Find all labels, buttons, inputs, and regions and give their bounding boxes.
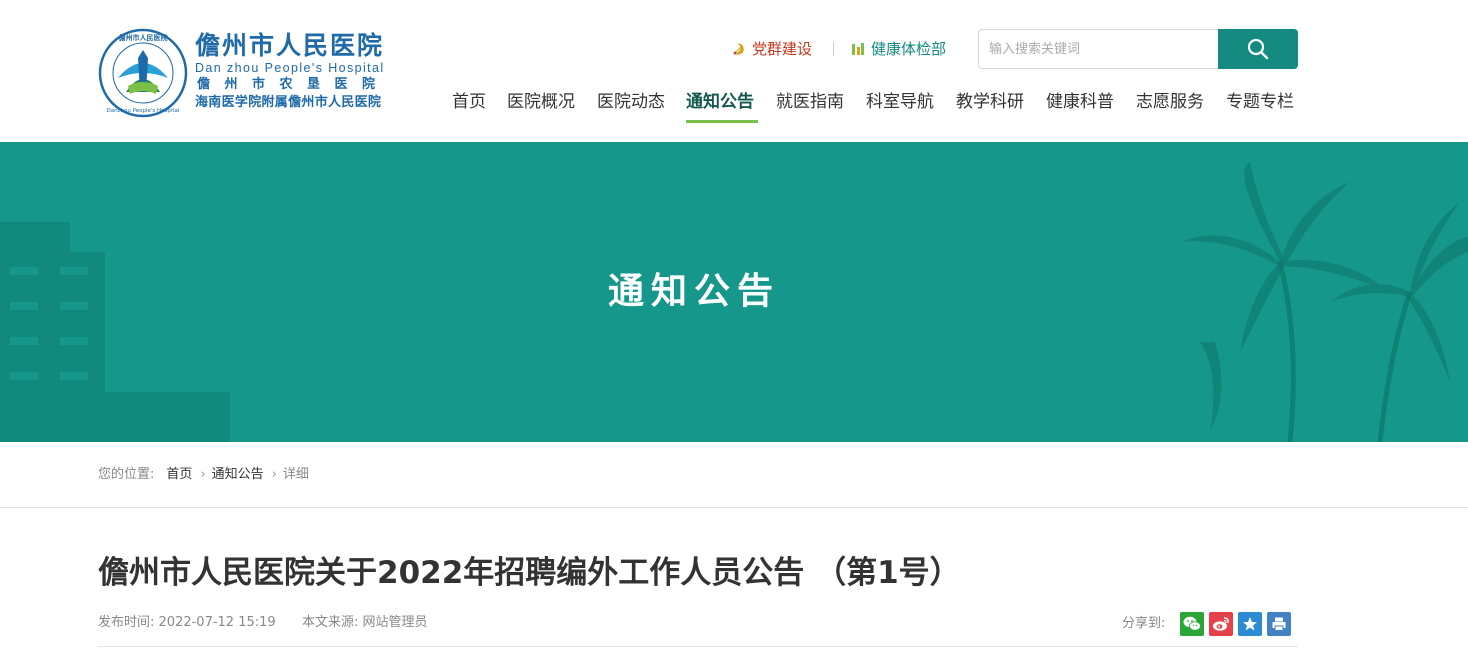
- nav-active-indicator: [686, 120, 758, 123]
- search-button[interactable]: [1218, 29, 1298, 69]
- source-value: 网站管理员: [362, 615, 428, 630]
- breadcrumb-current: 详细: [282, 467, 309, 482]
- logo-name-cn: 儋州市人民医院: [195, 31, 385, 60]
- emblem-ring-top-text: 儋州市人民医院: [119, 33, 168, 42]
- search-input[interactable]: [978, 29, 1219, 69]
- share-print-button[interactable]: [1267, 611, 1292, 636]
- wechat-icon: [1183, 616, 1202, 631]
- weibo-icon: [1213, 616, 1230, 631]
- health-check-link[interactable]: 健康体检部: [851, 38, 946, 60]
- breadcrumb: 您的位置: 首页 › 通知公告 › 详细: [98, 465, 309, 485]
- chevron-right-icon: ›: [200, 467, 206, 482]
- publish-time: 2022-07-12 15:19: [158, 615, 276, 630]
- favorite-star-icon: [1243, 616, 1258, 630]
- party-building-link[interactable]: 党群建设: [732, 38, 812, 60]
- share-bar: 分享到:: [1122, 611, 1292, 636]
- share-weibo-button[interactable]: [1209, 611, 1234, 636]
- search-box: [978, 29, 1298, 69]
- nav-item-volunteer[interactable]: 志愿服务: [1136, 88, 1204, 116]
- page-banner: 通知公告: [0, 142, 1468, 442]
- nav-item-departments[interactable]: 科室导航: [866, 88, 934, 116]
- party-building-label: 党群建设: [752, 40, 813, 58]
- chevron-right-icon: ›: [271, 467, 277, 482]
- publish-time-label: 发布时间:: [98, 615, 155, 630]
- toplinks-divider: [833, 42, 835, 56]
- nav-item-health-science[interactable]: 健康科普: [1046, 88, 1114, 116]
- nav-item-research[interactable]: 教学科研: [956, 88, 1024, 116]
- article-meta: 发布时间: 2022-07-12 15:19 本文来源: 网站管理员: [98, 613, 428, 633]
- share-favorite-button[interactable]: [1238, 611, 1263, 636]
- nav-item-topics[interactable]: 专题专栏: [1226, 88, 1294, 116]
- health-check-icon: [852, 43, 865, 55]
- nav-item-news[interactable]: 医院动态: [597, 88, 665, 116]
- share-wechat-button[interactable]: [1180, 611, 1205, 636]
- meta-divider: [98, 646, 1298, 647]
- nav-item-guide[interactable]: 就医指南: [776, 88, 844, 116]
- party-emblem-icon: [733, 43, 744, 55]
- source-label: 本文来源:: [301, 615, 359, 630]
- breadcrumb-bar: 您的位置: 首页 › 通知公告 › 详细: [0, 442, 1468, 508]
- nav-item-home[interactable]: 首页: [452, 88, 486, 116]
- breadcrumb-label: 您的位置:: [98, 467, 155, 482]
- health-check-label: 健康体检部: [871, 40, 947, 58]
- top-links: 党群建设 健康体检部: [732, 38, 946, 60]
- breadcrumb-home-link[interactable]: 首页: [166, 465, 192, 485]
- share-label: 分享到:: [1122, 616, 1166, 631]
- nav-item-about[interactable]: 医院概况: [507, 88, 575, 116]
- print-icon: [1272, 617, 1286, 631]
- logo-name-en: Dan zhou People's Hospital: [195, 61, 385, 75]
- building-silhouette: [0, 222, 230, 442]
- article-title: 儋州市人民医院关于2022年招聘编外工作人员公告 （第1号）: [98, 555, 961, 591]
- site-header: 儋州市人民医院 Danzhou People's Hospital 儋州市人民医…: [0, 0, 1468, 142]
- breadcrumb-notices-link[interactable]: 通知公告: [212, 465, 264, 485]
- nav-item-notices[interactable]: 通知公告: [686, 88, 754, 116]
- banner-title: 通知公告: [607, 271, 780, 312]
- search-icon: [1247, 38, 1269, 60]
